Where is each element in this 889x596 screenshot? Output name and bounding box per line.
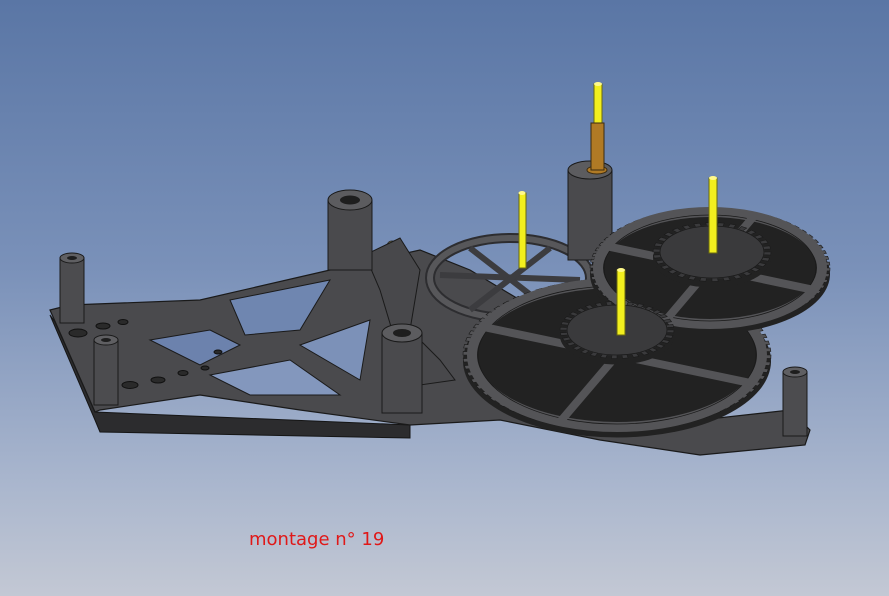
arbor — [518, 191, 527, 269]
brass-collar — [590, 122, 605, 171]
arbor — [616, 268, 626, 336]
pillar — [59, 252, 85, 324]
pillar — [93, 334, 119, 406]
cad-viewport[interactable] — [0, 0, 889, 596]
arbor — [708, 176, 718, 254]
caption-label: montage n° 19 — [249, 529, 385, 550]
pillar — [381, 323, 423, 414]
arbor — [590, 82, 605, 171]
pillar — [327, 189, 373, 271]
pillar — [782, 366, 808, 437]
